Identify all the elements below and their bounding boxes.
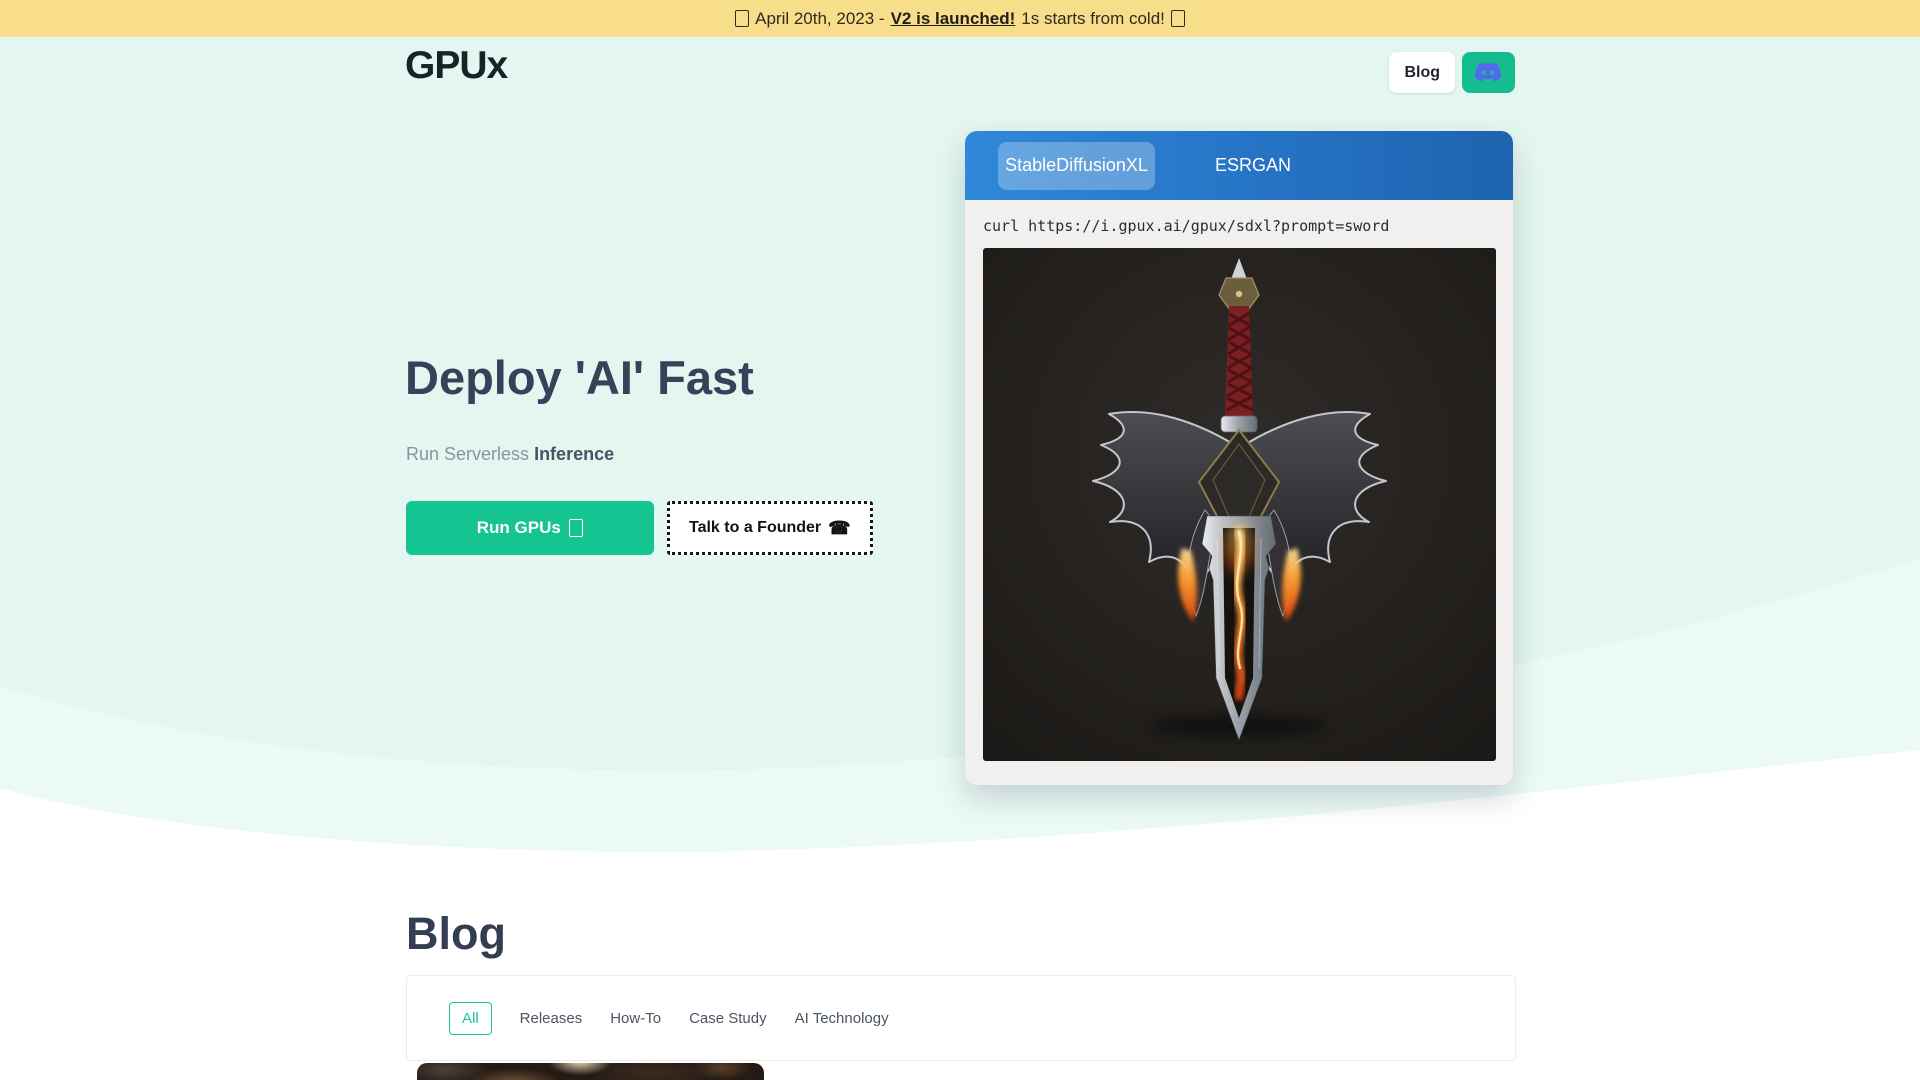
hero-subtitle: Run Serverless Inference <box>406 444 614 465</box>
tab-esrgan[interactable]: ESRGAN <box>1193 155 1313 176</box>
filter-case-study[interactable]: Case Study <box>689 1010 767 1027</box>
curl-command: curl https://i.gpux.ai/gpux/sdxl?prompt=… <box>983 217 1495 235</box>
talk-to-founder-label: Talk to a Founder <box>689 519 821 537</box>
talk-to-founder-button[interactable]: Talk to a Founder ☎ <box>667 501 873 555</box>
inference-demo-card: StableDiffusionXL ESRGAN curl https://i.… <box>965 131 1513 785</box>
hero-background-curves <box>0 0 1920 1080</box>
blog-button[interactable]: Blog <box>1389 52 1455 93</box>
hero-subtitle-regular: Run Serverless <box>406 444 529 464</box>
filter-ai-technology[interactable]: AI Technology <box>795 1010 889 1027</box>
demo-card-tabs: StableDiffusionXL ESRGAN <box>965 131 1513 200</box>
header-actions: Blog <box>1389 52 1515 93</box>
filter-how-to[interactable]: How-To <box>610 1010 661 1027</box>
discord-button[interactable] <box>1462 52 1515 93</box>
gpux-landing-page: April 20th, 2023 - V2 is launched! 1s st… <box>0 0 1920 1080</box>
banner-text-prefix: April 20th, 2023 - <box>755 9 884 29</box>
generated-sword-image <box>983 248 1496 761</box>
telephone-icon: ☎ <box>828 518 850 539</box>
blog-post-thumbnail[interactable] <box>417 1063 764 1080</box>
run-gpus-button[interactable]: Run GPUs <box>406 501 654 555</box>
filter-releases[interactable]: Releases <box>520 1010 583 1027</box>
run-gpus-label: Run GPUs <box>477 518 561 538</box>
discord-icon <box>1475 62 1502 83</box>
blog-section-title: Blog <box>406 908 506 960</box>
filter-all[interactable]: All <box>449 1002 492 1035</box>
hero-title: Deploy 'AI' Fast <box>405 350 754 405</box>
hero-cta-row: Run GPUs Talk to a Founder ☎ <box>406 501 873 555</box>
rocket-emoji-tofu-icon <box>569 519 583 536</box>
blog-filter-bar: All Releases How-To Case Study AI Techno… <box>406 975 1516 1061</box>
gpux-logo[interactable]: GPUx <box>405 44 507 88</box>
party-emoji-tofu-icon <box>735 10 749 27</box>
tab-stablediffusionxl[interactable]: StableDiffusionXL <box>998 142 1155 190</box>
announcement-banner: April 20th, 2023 - V2 is launched! 1s st… <box>0 0 1920 37</box>
party-emoji-tofu-icon <box>1171 10 1185 27</box>
banner-text-suffix: 1s starts from cold! <box>1021 9 1165 29</box>
hero-subtitle-bold: Inference <box>534 444 614 464</box>
v2-launched-link[interactable]: V2 is launched! <box>891 9 1016 29</box>
demo-card-body: curl https://i.gpux.ai/gpux/sdxl?prompt=… <box>965 200 1513 761</box>
